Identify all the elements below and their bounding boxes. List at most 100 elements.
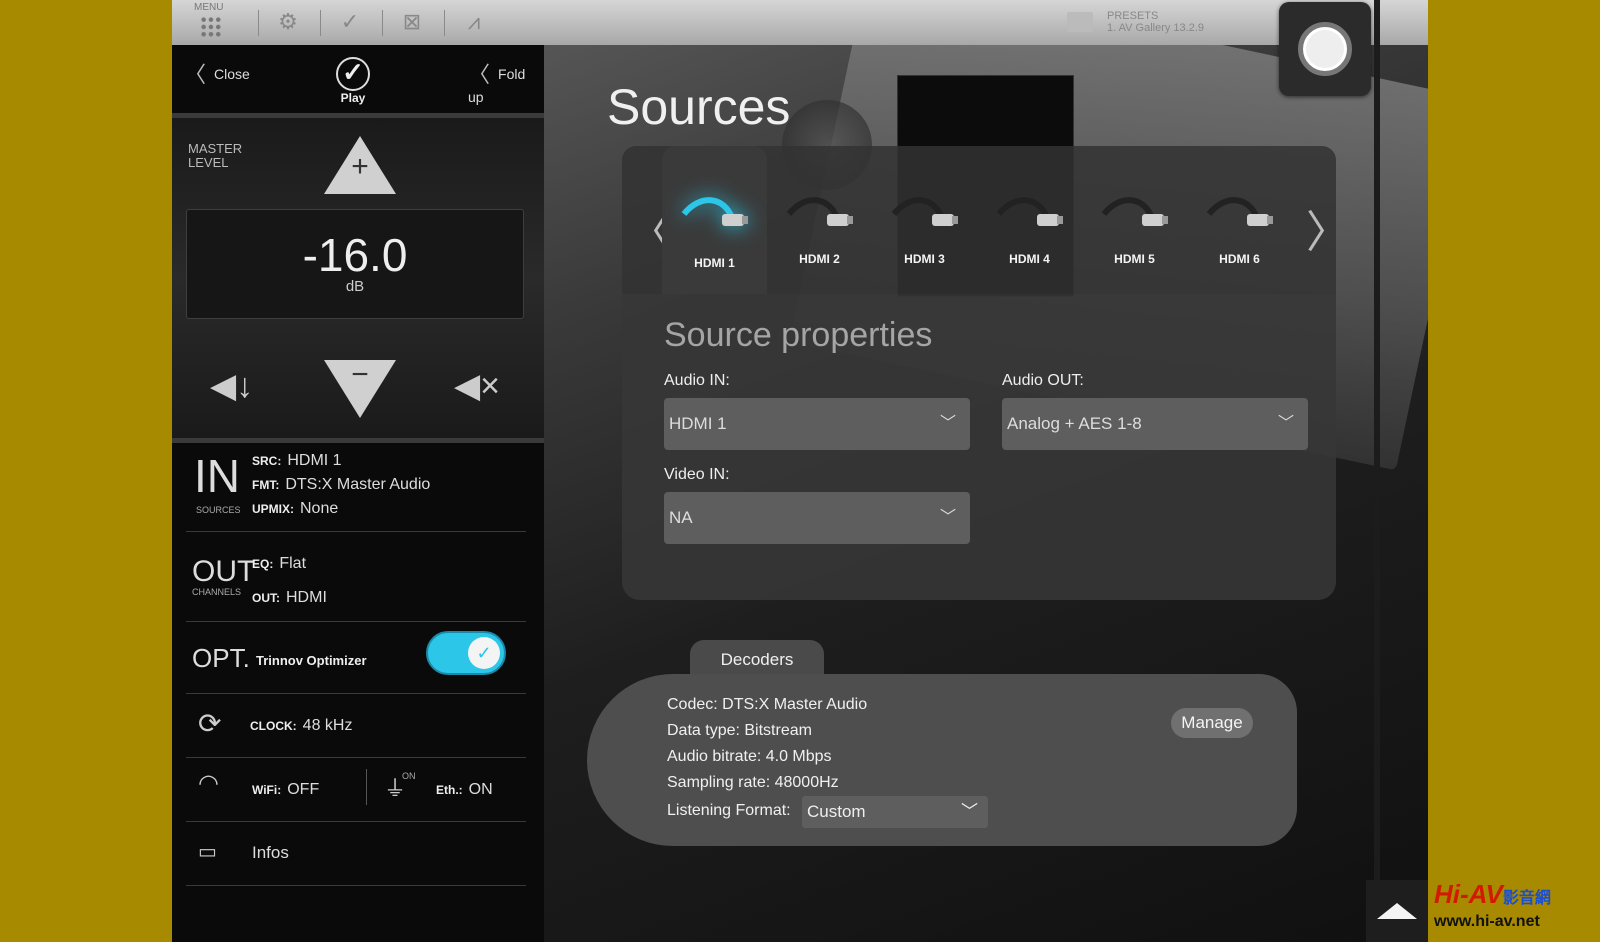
dim-button[interactable]: ◀↓: [210, 366, 253, 406]
chevron-left-icon: 〈: [184, 62, 207, 87]
page-title: Sources: [607, 79, 791, 135]
preset-name: 1. AV Gallery 13.2.9: [1107, 22, 1205, 34]
source-label: HDMI 5: [1114, 252, 1155, 266]
source-item-hdmi-1[interactable]: HDMI 1: [662, 146, 767, 294]
presets-label: PRESETS: [1107, 10, 1159, 22]
audio-in-select[interactable]: HDMI 1 ﹀: [664, 398, 970, 450]
src-key: SRC:: [252, 454, 282, 468]
toolbar-divider: [258, 10, 259, 36]
eth-key: Eth.:: [436, 783, 463, 797]
mute-button[interactable]: ◀×: [454, 366, 500, 406]
listening-format-select[interactable]: Custom ﹀: [802, 796, 988, 828]
video-in-value: NA: [669, 508, 693, 527]
output-info-row[interactable]: OUT CHANNELS EQ: Flat OUT: HDMI: [186, 531, 526, 622]
in-big-label: IN: [194, 450, 240, 502]
watermark-url: www.hi-av.net: [1434, 913, 1540, 930]
display-icon[interactable]: ⊠: [398, 8, 426, 36]
fold-up-link[interactable]: 〈 Fold up: [468, 57, 544, 105]
wifi-icon: ◠: [198, 770, 219, 797]
clock-value: 48 kHz: [302, 717, 353, 734]
audio-in-label: Audio IN:: [664, 372, 730, 389]
audio-in-value: HDMI 1: [669, 414, 727, 433]
manage-button[interactable]: Manage: [1171, 708, 1253, 738]
eth-on-small-label: ON: [402, 771, 416, 781]
hdmi-cable-icon: [1206, 197, 1273, 226]
audio-out-label: Audio OUT:: [1002, 372, 1084, 389]
source-properties-title: Source properties: [664, 316, 933, 354]
source-item-hdmi-4[interactable]: HDMI 4: [977, 146, 1082, 294]
graph-icon[interactable]: ⩘: [460, 8, 488, 36]
level-display: -16.0 dB: [186, 209, 524, 319]
source-label: HDMI 4: [1009, 252, 1050, 266]
presets-folder-icon[interactable]: [1067, 12, 1093, 32]
wifi-key: WiFi:: [252, 783, 282, 797]
optimizer-row: OPT. Trinnov Optimizer ✓: [186, 621, 526, 694]
video-in-select[interactable]: NA ﹀: [664, 492, 970, 544]
toggle-check-icon: ✓: [468, 637, 500, 669]
source-item-hdmi-3[interactable]: HDMI 3: [872, 146, 977, 294]
record-button[interactable]: [1279, 2, 1371, 96]
source-label: HDMI 3: [904, 252, 945, 266]
calibration-check-icon[interactable]: ✓: [336, 8, 364, 36]
bitrate-text: Audio bitrate: 4.0 Mbps: [667, 748, 832, 765]
optimizer-label: Trinnov Optimizer: [256, 653, 367, 668]
volume-down-button[interactable]: −: [324, 358, 396, 418]
hdmi-cable-icon: [681, 197, 748, 226]
source-item-hdmi-6[interactable]: HDMI 6: [1187, 146, 1292, 294]
hdmi-cable-icon: [1101, 197, 1168, 226]
settings-gear-icon[interactable]: ⚙: [274, 8, 302, 36]
logo-text: Play: [340, 91, 366, 105]
infos-row[interactable]: ▭ Infos: [186, 821, 526, 886]
app-window: MENU ⚙ ✓ ⊠ ⩘ PRESETS 1. AV Gallery 13.2.…: [172, 0, 1428, 942]
input-info-row[interactable]: IN SOURCES SRC: HDMI 1 FMT: DTS:X Master A…: [186, 445, 526, 532]
out-key: OUT:: [252, 591, 280, 605]
presets-info[interactable]: PRESETS 1. AV Gallery 13.2.9: [1107, 10, 1204, 34]
volume-up-button[interactable]: +: [324, 136, 396, 194]
scrollbar-track[interactable]: [1374, 0, 1380, 942]
source-item-hdmi-2[interactable]: HDMI 2: [767, 146, 872, 294]
menu-grid-icon[interactable]: [200, 16, 222, 38]
play-logo: ✓ Play: [332, 57, 374, 105]
clock-row: ⟳ CLOCK: 48 kHz: [186, 693, 526, 758]
menu-label: MENU: [194, 2, 224, 13]
fmt-key: FMT:: [252, 478, 280, 492]
network-divider: [366, 769, 367, 805]
scroll-top-button[interactable]: [1366, 880, 1428, 942]
optimizer-toggle[interactable]: ✓: [426, 631, 506, 675]
out-value: HDMI: [286, 589, 327, 606]
source-carousel: 〈 HDMI 1 HDMI 2 HDMI 3 HDMI 4 HDMI 5 HDMI 6 〉: [622, 146, 1350, 294]
source-label: HDMI 2: [799, 252, 840, 266]
source-item-hdmi-5[interactable]: HDMI 5: [1082, 146, 1187, 294]
chevron-down-icon: ﹀: [1277, 415, 1294, 432]
toolbar-divider: [444, 10, 445, 36]
network-row: ◠ WiFi: OFF ⏚ ON Eth.: ON: [186, 757, 526, 822]
logo-check-icon: ✓: [336, 57, 370, 91]
chevron-left-icon: 〈: [468, 62, 491, 87]
audio-out-select[interactable]: Analog + AES 1-8 ﹀: [1002, 398, 1308, 450]
toolbar-divider: [382, 10, 383, 36]
device-icon: ▭: [198, 841, 217, 863]
left-panel: 〈 Close 〈 Fold up ✓ Play MASTER LEVEL + -1…: [172, 45, 544, 942]
eq-key: EQ:: [252, 557, 274, 571]
chevron-down-icon: ﹀: [961, 802, 978, 821]
minus-icon: −: [351, 358, 369, 391]
out-small-label: CHANNELS: [192, 587, 242, 597]
codec-text: Codec: DTS:X Master Audio: [667, 696, 868, 713]
master-level-label: MASTER LEVEL: [188, 141, 243, 170]
out-big-label: OUT: [192, 555, 256, 588]
src-value: HDMI 1: [287, 452, 342, 469]
source-properties-panel: Source properties Audio IN: HDMI 1 ﹀ Audi…: [622, 294, 1336, 600]
master-level-control: MASTER LEVEL + -16.0 dB ◀↓ − ◀×: [172, 113, 544, 443]
eq-value: Flat: [279, 555, 307, 572]
source-label: HDMI 1: [694, 256, 735, 270]
speaker-down-icon: ◀↓: [210, 367, 254, 405]
close-link[interactable]: 〈 Close: [184, 57, 250, 89]
chevron-down-icon: ﹀: [939, 509, 956, 526]
sampling-text: Sampling rate: 48000Hz: [667, 774, 839, 791]
fmt-value: DTS:X Master Audio: [285, 476, 431, 493]
plus-icon: +: [351, 150, 369, 183]
carousel-next-arrow-icon[interactable]: 〉: [1306, 196, 1350, 260]
video-in-label: Video IN:: [664, 466, 730, 483]
speaker-mute-icon: ◀×: [454, 367, 501, 405]
hdmi-cable-icon: [891, 197, 958, 226]
